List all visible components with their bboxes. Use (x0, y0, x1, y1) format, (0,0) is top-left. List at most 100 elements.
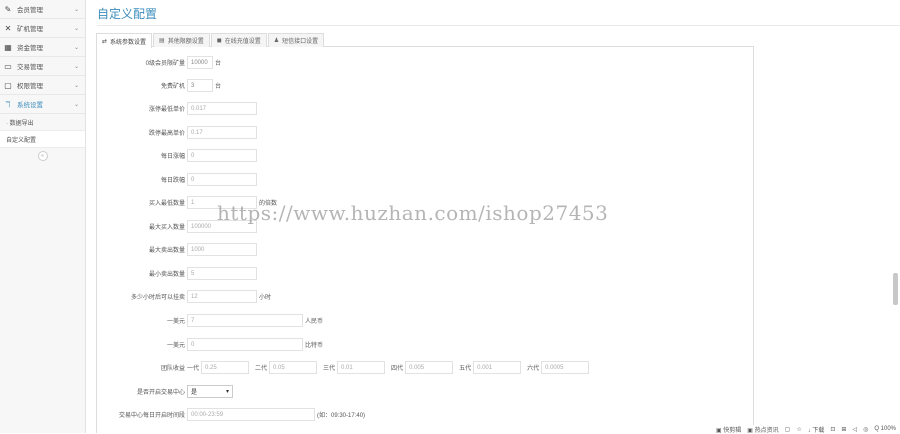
status-item[interactable]: ◎ (863, 426, 868, 433)
form-row: 多少小时后可以挂卖 12 小时 (97, 290, 747, 303)
gen-label: 四代 (391, 366, 404, 372)
sidebar-item-system-settings[interactable]: ℸ 系统设置 ⌄ (0, 95, 85, 114)
gen6-income-input[interactable]: 0.0005 (541, 361, 590, 374)
form-row: 一美元 0 比特币 (97, 338, 747, 351)
max-sell-quantity-input[interactable]: 1000 (187, 243, 257, 256)
form-row: 最小卖出数量 5 (97, 267, 747, 280)
form-row: 涨停最低单价 0.017 (97, 102, 747, 115)
tab-sms-api[interactable]: ♟ 短信接口设置 (267, 33, 325, 47)
sidebar-item-label: 资金管理 (17, 45, 43, 52)
field-label: 每日跌幅 (160, 178, 185, 184)
chevron-down-icon: ⌄ (73, 25, 79, 32)
status-item[interactable]: ⊡ (830, 426, 835, 433)
field-label: 免费矿机 (160, 84, 185, 90)
tab-online-recharge[interactable]: ◼ 在线充值设置 (210, 33, 267, 47)
tab-system-params[interactable]: ⇄ 系统参数设置 (96, 33, 153, 48)
daily-rise-input[interactable]: 0 (187, 149, 257, 162)
status-item[interactable]: ↓ 下载 (808, 425, 825, 434)
sidebar-subitem-custom-config[interactable]: 自定义配置 (0, 131, 85, 148)
trading-center-select[interactable]: 是 ▾ (187, 385, 233, 398)
status-item[interactable]: ▣ 快剪辑 (716, 425, 741, 434)
form-row: 免费矿机 3 台 (97, 79, 747, 92)
field-label: 交易中心每日开启时间段 (118, 413, 185, 419)
gen2-income-input[interactable]: 0.05 (269, 361, 318, 374)
field-unit: 人民币 (305, 319, 324, 325)
trading-hours-input[interactable]: 00:00-23:59 (187, 408, 315, 421)
caret-down-icon: ▾ (225, 389, 229, 395)
status-item[interactable]: ☆ (796, 426, 801, 433)
status-item[interactable]: ◁ (852, 426, 857, 433)
chevron-down-icon: ⌄ (73, 101, 79, 108)
gen-label: 二代 (255, 366, 268, 372)
min-sell-quantity-input[interactable]: 5 (187, 267, 257, 280)
shuffle-icon: ✕ (4, 23, 12, 33)
sidebar-item-trading[interactable]: ▭ 交易管理 ⌄ (0, 57, 85, 76)
field-label: 涨停最低单价 (148, 107, 185, 113)
double-chevron-left-icon: « (41, 153, 44, 159)
limit-down-max-price-input[interactable]: 0.17 (187, 126, 257, 139)
gen-label: 五代 (459, 366, 472, 372)
field-label: 最大买入数量 (148, 225, 185, 231)
field-unit: 台 (215, 84, 222, 90)
collapse-sidebar-button[interactable]: « (37, 151, 48, 161)
gen-label: 三代 (323, 366, 336, 372)
form-row: 最大卖出数量 1000 (97, 243, 747, 256)
select-value: 是 (191, 390, 198, 396)
field-unit: 台 (215, 61, 222, 67)
form-row: 一美元 7 人民币 (97, 314, 747, 327)
main-content: 自定义配置 ⇄ 系统参数设置 ▤ 其他限额设置 ◼ 在线充值设置 ♟ 短信接口设… (86, 0, 900, 433)
watermark: https://www.huzhan.com/ishop27453 (217, 201, 609, 225)
sidebar-item-members[interactable]: ✎ 会员管理 ⌄ (0, 0, 85, 19)
tab-label: 在线充值设置 (224, 39, 261, 45)
gen5-income-input[interactable]: 0.001 (473, 361, 522, 374)
level0-miner-limit-input[interactable]: 10000 (187, 56, 213, 69)
field-label: 一美元 (166, 343, 185, 349)
sidebar-item-miners[interactable]: ✕ 矿机管理 ⌄ (0, 19, 85, 38)
field-label: 一美元 (166, 319, 185, 325)
sidebar-subitem-label: 自定义配置 (6, 137, 37, 144)
usd-to-btc-input[interactable]: 0 (187, 338, 303, 351)
form-row: 是否开启交易中心 是 ▾ (97, 385, 747, 398)
status-item[interactable]: ▣ 热点资讯 (747, 425, 778, 434)
sidebar-item-funds[interactable]: ▦ 资金管理 ⌄ (0, 38, 85, 57)
field-label: 多少小时后可以挂卖 (130, 295, 185, 301)
field-label: 每日涨幅 (160, 154, 185, 160)
sidebar-subitem-data-export[interactable]: · 数据导出 (0, 114, 85, 131)
exchange-icon: ⇄ (102, 38, 108, 45)
sidebar-item-permissions[interactable]: ▢ 权限管理 ⌄ (0, 76, 85, 95)
field-label: 团队收益 (160, 366, 185, 372)
daily-fall-input[interactable]: 0 (187, 173, 257, 186)
scrollbar-thumb[interactable] (893, 273, 898, 305)
tab-other-limits[interactable]: ▤ 其他限额设置 (153, 33, 210, 47)
sidebar-item-label: 交易管理 (17, 64, 43, 71)
gen-label: 六代 (527, 366, 540, 372)
chevron-down-icon: ⌄ (73, 44, 79, 51)
gen-label: 一代 (187, 366, 200, 372)
gen1-income-input[interactable]: 0.25 (201, 361, 250, 374)
form-row: 团队收益 一代 0.25 二代 0.05 三代 0.01 四代 0.005 五代… (97, 361, 747, 374)
form-row: 每日涨幅 0 (97, 149, 747, 162)
free-miner-input[interactable]: 3 (187, 79, 213, 92)
status-item[interactable]: Q 100% (874, 426, 896, 432)
sidebar-item-label: 会员管理 (17, 7, 43, 14)
gen3-income-input[interactable]: 0.01 (337, 361, 386, 374)
status-item[interactable]: ▢ (785, 426, 791, 433)
calendar-icon: ▦ (4, 42, 12, 52)
chevron-down-icon: ⌄ (73, 6, 79, 13)
tab-label: 其他限额设置 (167, 39, 204, 45)
field-label: 跌停最高单价 (148, 131, 185, 137)
tab-bar: ⇄ 系统参数设置 ▤ 其他限额设置 ◼ 在线充值设置 ♟ 短信接口设置 (96, 33, 754, 48)
settings-icon: ℸ (5, 99, 11, 109)
chevron-down-icon: ⌄ (73, 63, 79, 70)
limit-up-min-price-input[interactable]: 0.017 (187, 102, 257, 115)
gen4-income-input[interactable]: 0.005 (405, 361, 454, 374)
sell-delay-hours-input[interactable]: 12 (187, 290, 257, 303)
tab-label: 短信接口设置 (282, 39, 319, 45)
tab-label: 系统参数设置 (110, 39, 147, 46)
usd-to-cny-input[interactable]: 7 (187, 314, 303, 327)
field-label: 0级会员限矿量 (145, 61, 185, 67)
settings-form: 0级会员限矿量 10000 台 免费矿机 3 台 涨停最低单价 0.017 跌停… (96, 47, 754, 433)
sidebar-subitem-label: · 数据导出 (6, 120, 34, 127)
status-item[interactable]: ⊞ (841, 426, 846, 433)
user-icon: ♟ (273, 38, 280, 44)
